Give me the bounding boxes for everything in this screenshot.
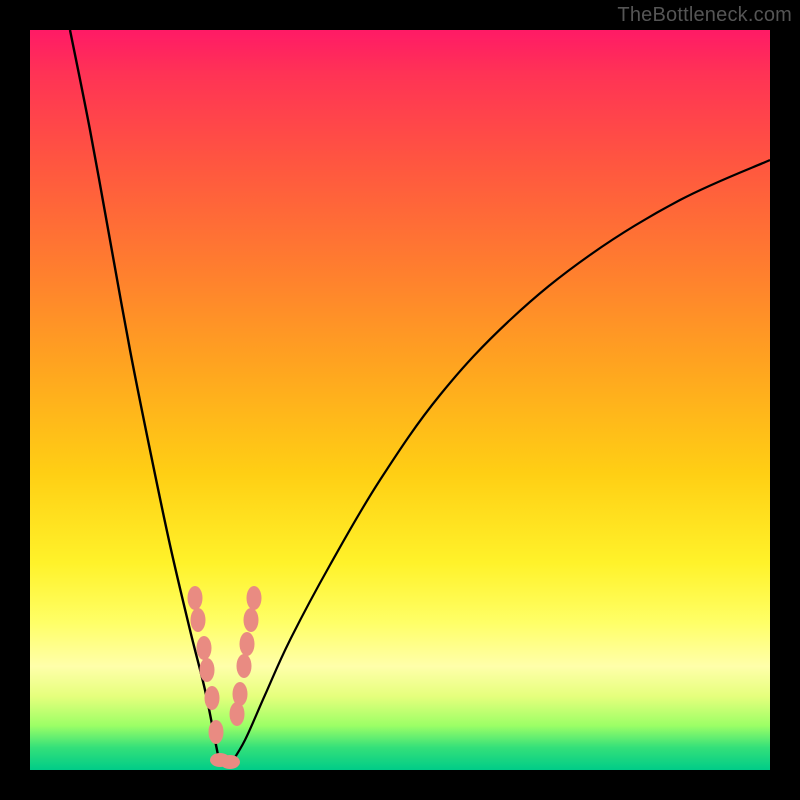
marker-right-4 [233, 682, 248, 706]
marker-left-2 [197, 636, 212, 660]
chart-svg [30, 30, 770, 770]
left-branch-curve [70, 30, 220, 765]
curve-group [70, 30, 770, 765]
marker-group [188, 586, 262, 769]
marker-left-1 [191, 608, 206, 632]
marker-left-3 [200, 658, 215, 682]
plot-area [30, 30, 770, 770]
marker-left-0 [188, 586, 203, 610]
right-branch-curve [230, 160, 770, 765]
marker-right-2 [240, 632, 255, 656]
marker-right-1 [244, 608, 259, 632]
marker-bottom-1 [220, 755, 240, 769]
watermark-text: TheBottleneck.com [617, 4, 792, 27]
marker-right-5 [230, 702, 245, 726]
marker-left-4 [205, 686, 220, 710]
marker-left-5 [209, 720, 224, 744]
marker-right-3 [237, 654, 252, 678]
marker-right-0 [247, 586, 262, 610]
outer-frame: TheBottleneck.com [0, 0, 800, 800]
